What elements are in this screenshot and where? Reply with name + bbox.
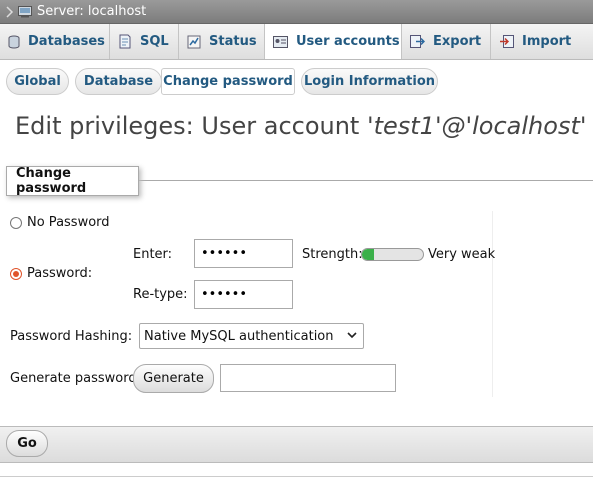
fieldset-legend: Change password bbox=[6, 166, 139, 196]
password-enter-field[interactable] bbox=[194, 239, 293, 268]
password-hashing-select[interactable]: Native MySQL authentication bbox=[139, 323, 364, 349]
retype-label: Re-type: bbox=[133, 287, 188, 302]
tab-user-accounts[interactable]: User accounts bbox=[265, 24, 402, 59]
go-button[interactable]: Go bbox=[6, 430, 48, 457]
tab-label: Export bbox=[433, 34, 482, 49]
server-title[interactable]: Server: localhost bbox=[37, 4, 146, 19]
tab-status[interactable]: Status bbox=[179, 24, 265, 59]
divider bbox=[0, 476, 593, 477]
no-password-label[interactable]: No Password bbox=[27, 215, 110, 230]
tab-sql[interactable]: SQL bbox=[110, 24, 179, 59]
chevron-down-icon bbox=[347, 329, 357, 343]
password-radio[interactable] bbox=[10, 268, 22, 280]
tab-export[interactable]: Export bbox=[402, 24, 491, 59]
strength-meter-fill bbox=[362, 249, 375, 260]
title-bar: Server: localhost bbox=[0, 0, 593, 24]
strength-value: Very weak bbox=[428, 247, 496, 262]
strength-meter bbox=[361, 248, 424, 261]
tab-label: Databases bbox=[28, 34, 105, 49]
subtab-change-password[interactable]: Change password bbox=[161, 68, 295, 95]
tab-databases[interactable]: Databases bbox=[0, 24, 110, 59]
strength-label: Strength: bbox=[302, 247, 363, 262]
export-icon bbox=[410, 35, 425, 48]
status-icon bbox=[187, 35, 201, 49]
form-footer bbox=[0, 426, 593, 463]
generate-password-label: Generate password bbox=[10, 371, 137, 386]
password-label[interactable]: Password: bbox=[27, 266, 92, 281]
collapse-arrow-icon[interactable] bbox=[6, 5, 14, 19]
password-hashing-value: Native MySQL authentication bbox=[144, 328, 334, 344]
user-accounts-icon bbox=[273, 35, 288, 48]
generated-password-field[interactable] bbox=[220, 364, 396, 392]
page-title: Edit privileges: User account 'test1'@'l… bbox=[15, 112, 586, 140]
subtab-database[interactable]: Database bbox=[75, 68, 162, 95]
server-icon bbox=[18, 5, 32, 18]
page-title-account: 'test1'@'localhost' bbox=[366, 112, 587, 140]
enter-label: Enter: bbox=[133, 247, 173, 262]
tab-label: Status bbox=[209, 34, 257, 49]
no-password-radio[interactable] bbox=[10, 217, 22, 229]
tab-import[interactable]: Import bbox=[491, 24, 593, 59]
tab-label: User accounts bbox=[296, 34, 400, 49]
subtab-global[interactable]: Global bbox=[6, 68, 69, 95]
main-tabs: Databases SQL Status User accounts Expor… bbox=[0, 24, 593, 60]
password-hashing-label: Password Hashing: bbox=[10, 329, 133, 344]
tab-label: SQL bbox=[140, 34, 169, 49]
password-retype-field[interactable] bbox=[194, 280, 293, 309]
page-title-prefix: Edit privileges: User account bbox=[15, 112, 367, 140]
tab-label: Import bbox=[522, 34, 572, 49]
import-icon bbox=[499, 35, 514, 48]
subtab-login-information[interactable]: Login Information bbox=[301, 68, 438, 95]
database-icon bbox=[8, 35, 20, 49]
generate-button[interactable]: Generate bbox=[133, 364, 214, 393]
sql-icon bbox=[118, 34, 132, 49]
